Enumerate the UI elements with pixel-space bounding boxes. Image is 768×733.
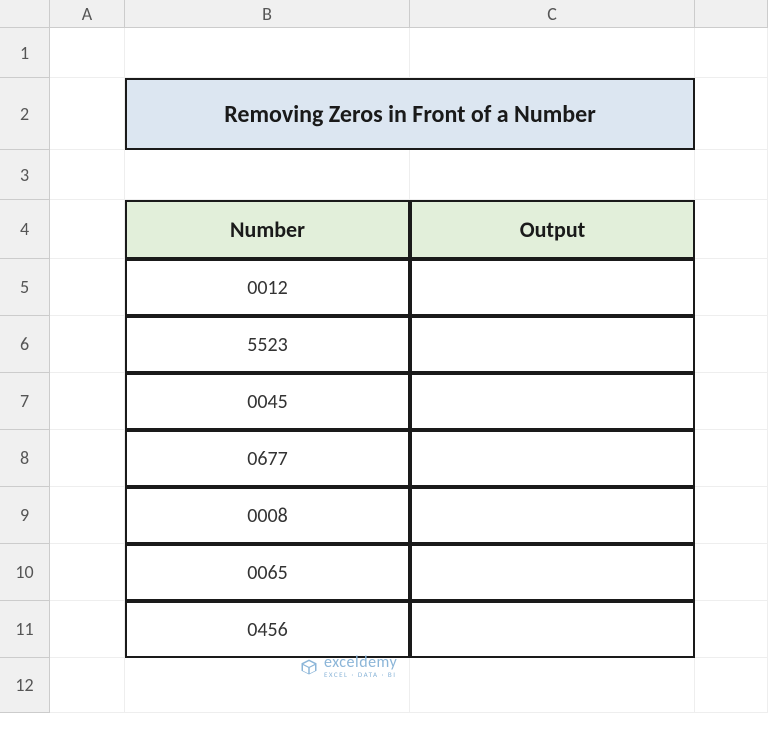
col-header-A[interactable]: A: [50, 0, 125, 28]
row-header-6[interactable]: 6: [0, 316, 50, 373]
cell-D5[interactable]: [695, 259, 768, 316]
cell-A9[interactable]: [50, 487, 125, 544]
cell-A7[interactable]: [50, 373, 125, 430]
col-header-B[interactable]: B: [125, 0, 410, 28]
cell-A3[interactable]: [50, 150, 125, 200]
row-header-9[interactable]: 9: [0, 487, 50, 544]
cell-C3[interactable]: [410, 150, 695, 200]
header-output[interactable]: Output: [410, 200, 695, 259]
cell-output-2[interactable]: [410, 373, 695, 430]
cell-output-4[interactable]: [410, 487, 695, 544]
watermark: exceldemy EXCEL · DATA · BI: [300, 655, 397, 678]
cell-number-5[interactable]: 0065: [125, 544, 410, 601]
row-8: 8 0677: [0, 430, 768, 487]
cell-C12[interactable]: [410, 658, 695, 713]
col-header-D[interactable]: [695, 0, 768, 28]
watermark-text: exceldemy EXCEL · DATA · BI: [324, 655, 397, 678]
cell-A11[interactable]: [50, 601, 125, 658]
row-header-1[interactable]: 1: [0, 28, 50, 78]
row-11: 11 0456: [0, 601, 768, 658]
row-3: 3: [0, 150, 768, 200]
cell-D11[interactable]: [695, 601, 768, 658]
row-4: 4 Number Output: [0, 200, 768, 259]
cell-D8[interactable]: [695, 430, 768, 487]
cell-A12[interactable]: [50, 658, 125, 713]
cell-output-5[interactable]: [410, 544, 695, 601]
cell-D6[interactable]: [695, 316, 768, 373]
cell-D2[interactable]: [695, 78, 768, 150]
cell-A5[interactable]: [50, 259, 125, 316]
row-1: 1: [0, 28, 768, 78]
cell-number-1[interactable]: 5523: [125, 316, 410, 373]
cell-D1[interactable]: [695, 28, 768, 78]
cell-A6[interactable]: [50, 316, 125, 373]
row-header-7[interactable]: 7: [0, 373, 50, 430]
row-header-3[interactable]: 3: [0, 150, 50, 200]
row-2: 2 Removing Zeros in Front of a Number: [0, 78, 768, 150]
cell-number-4[interactable]: 0008: [125, 487, 410, 544]
row-10: 10 0065: [0, 544, 768, 601]
cell-number-6[interactable]: 0456: [125, 601, 410, 658]
row-header-2[interactable]: 2: [0, 78, 50, 150]
column-headers: A B C: [0, 0, 768, 28]
cell-C1[interactable]: [410, 28, 695, 78]
watermark-main: exceldemy: [324, 655, 397, 671]
cell-output-3[interactable]: [410, 430, 695, 487]
cell-output-1[interactable]: [410, 316, 695, 373]
cell-A2[interactable]: [50, 78, 125, 150]
row-header-11[interactable]: 11: [0, 601, 50, 658]
select-all-corner[interactable]: [0, 0, 50, 28]
cell-A8[interactable]: [50, 430, 125, 487]
row-header-10[interactable]: 10: [0, 544, 50, 601]
watermark-sub: EXCEL · DATA · BI: [324, 671, 397, 678]
row-header-12[interactable]: 12: [0, 658, 50, 713]
row-header-4[interactable]: 4: [0, 200, 50, 259]
row-9: 9 0008: [0, 487, 768, 544]
cube-icon: [300, 658, 318, 676]
header-number[interactable]: Number: [125, 200, 410, 259]
row-header-8[interactable]: 8: [0, 430, 50, 487]
cell-B3[interactable]: [125, 150, 410, 200]
col-header-C[interactable]: C: [410, 0, 695, 28]
row-5: 5 0012: [0, 259, 768, 316]
cell-B1[interactable]: [125, 28, 410, 78]
cell-D7[interactable]: [695, 373, 768, 430]
cell-A4[interactable]: [50, 200, 125, 259]
cell-D12[interactable]: [695, 658, 768, 713]
cell-output-6[interactable]: [410, 601, 695, 658]
cell-number-2[interactable]: 0045: [125, 373, 410, 430]
cell-D9[interactable]: [695, 487, 768, 544]
cell-output-0[interactable]: [410, 259, 695, 316]
row-header-5[interactable]: 5: [0, 259, 50, 316]
cell-number-0[interactable]: 0012: [125, 259, 410, 316]
row-7: 7 0045: [0, 373, 768, 430]
cell-D4[interactable]: [695, 200, 768, 259]
cell-number-3[interactable]: 0677: [125, 430, 410, 487]
cell-A10[interactable]: [50, 544, 125, 601]
row-6: 6 5523: [0, 316, 768, 373]
cell-A1[interactable]: [50, 28, 125, 78]
cell-D10[interactable]: [695, 544, 768, 601]
title-cell[interactable]: Removing Zeros in Front of a Number: [125, 78, 695, 150]
cell-D3[interactable]: [695, 150, 768, 200]
spreadsheet-grid: A B C 1 2 Removing Zeros in Front of a N…: [0, 0, 768, 733]
